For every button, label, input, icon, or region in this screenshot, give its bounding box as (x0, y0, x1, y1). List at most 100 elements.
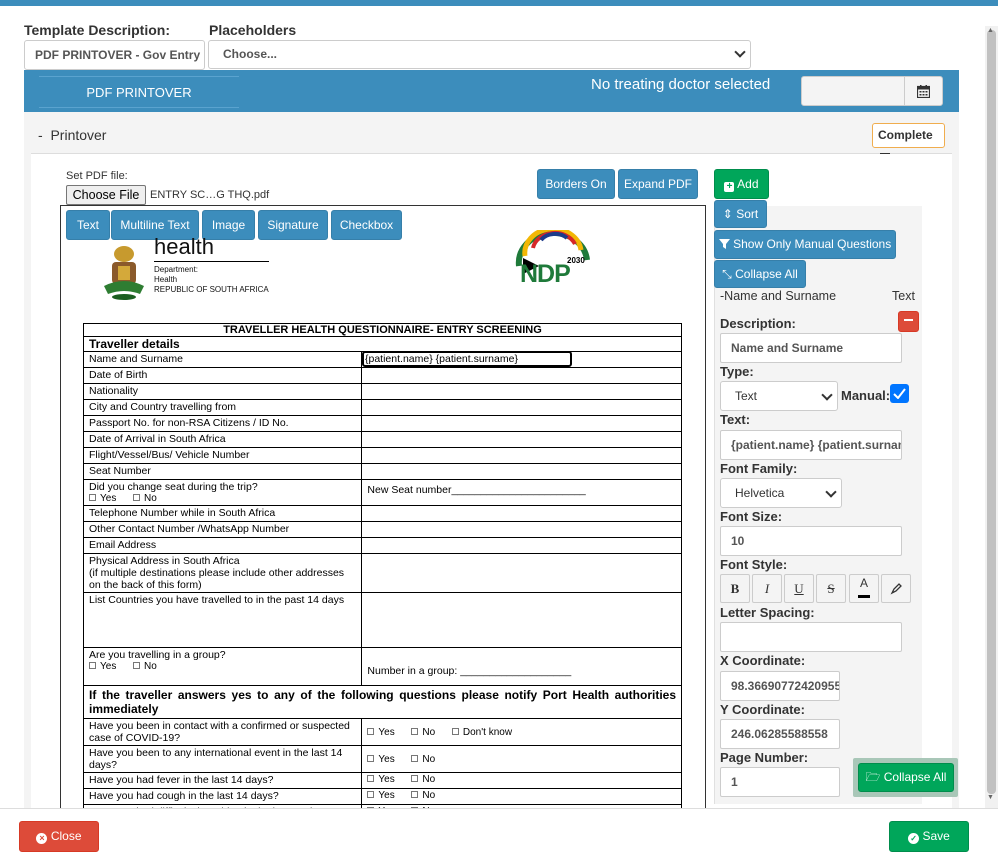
no-label: No (144, 493, 157, 504)
dont-know-label: Don't know (462, 726, 513, 738)
remove-field-button[interactable] (898, 311, 919, 332)
health-logo-text: health (154, 234, 214, 259)
expand-pdf-button[interactable]: Expand PDF (618, 169, 698, 199)
complete-toggle[interactable]: Complete (872, 123, 945, 163)
sort-icon: ⇕ (722, 207, 733, 221)
chevron-down-icon (825, 486, 837, 498)
italic-button[interactable]: I (752, 574, 782, 603)
highlight-button[interactable] (881, 574, 911, 603)
ndp-text: NDP (520, 260, 571, 288)
add-button[interactable]: + Add (714, 169, 769, 199)
table-row-value[interactable] (361, 537, 682, 554)
table-row-value[interactable] (361, 431, 682, 448)
text-input[interactable]: {patient.name} {patient.surname} (720, 430, 902, 460)
item-name: Name and Surname (724, 289, 837, 303)
description-input[interactable]: Name and Surname (720, 333, 902, 363)
type-select[interactable]: Text (720, 381, 838, 411)
tab-pdf-printover[interactable]: PDF PRINTOVER (39, 76, 239, 108)
checkbox-icon (133, 494, 140, 501)
printover-title[interactable]: - Printover (38, 127, 106, 143)
table-row-label: City and Country travelling from (82, 399, 363, 416)
table-row-value[interactable] (361, 521, 682, 538)
date-field[interactable] (801, 76, 943, 106)
description-label: Description: (720, 316, 796, 331)
strikethrough-button[interactable]: S (816, 574, 846, 603)
collapse-all-button[interactable]: ⤡ Collapse All (714, 260, 806, 288)
italic-icon: I (764, 580, 770, 596)
table-row-value[interactable] (361, 447, 682, 464)
placeholders-select-value: Choose... (223, 47, 278, 61)
page-number-input[interactable]: 1 (720, 767, 840, 797)
table-row-value[interactable] (361, 505, 682, 522)
modal-footer (0, 808, 998, 855)
table-row-label: Date of Birth (82, 367, 363, 384)
address-value[interactable] (361, 553, 682, 593)
minus-icon (904, 319, 913, 321)
table-row-label: Date of Arrival in South Africa (82, 431, 363, 448)
borders-on-button[interactable]: Borders On (537, 169, 615, 199)
yes-label: Yes (100, 493, 117, 504)
floating-collapse-all-button[interactable]: 🗁 Collapse All (858, 763, 954, 792)
table-row-value[interactable] (361, 463, 682, 480)
underline-button[interactable]: U (784, 574, 814, 603)
manual-checkbox[interactable] (890, 384, 909, 403)
letter-spacing-input[interactable] (720, 622, 902, 652)
checkbox-icon (367, 775, 375, 782)
yes-label: Yes (378, 774, 395, 785)
questionnaire-table: TRAVELLER HEALTH QUESTIONNAIRE- ENTRY SC… (82, 323, 682, 821)
covid-question: Have you been in contact with a confirme… (82, 718, 363, 746)
yes-label: Yes (378, 753, 395, 765)
tool-checkbox-button[interactable]: Checkbox (331, 210, 402, 240)
item-header[interactable]: -Name and Surname (720, 289, 836, 303)
table-row-value[interactable] (361, 415, 682, 432)
countries-value[interactable] (361, 592, 682, 648)
tool-text-button[interactable]: Text (66, 210, 110, 240)
calendar-button[interactable] (904, 77, 942, 105)
group-options: Yes No (89, 661, 356, 672)
font-color-button[interactable]: A (849, 574, 879, 603)
highlighter-icon (890, 582, 902, 594)
check-icon (893, 388, 906, 399)
y-coordinate-input[interactable]: 246.06285588558 (720, 719, 840, 749)
logo-dept-line3: REPUBLIC OF SOUTH AFRICA (154, 285, 269, 294)
x-coordinate-input[interactable]: 98.36690772420955 (720, 671, 840, 701)
choose-file-button[interactable]: Choose File (66, 185, 146, 205)
chevron-down-icon (821, 389, 833, 401)
underline-icon: U (794, 580, 804, 596)
scrollbar-thumb[interactable] (987, 30, 996, 794)
template-description-input[interactable]: PDF PRINTOVER - Gov Entry (24, 40, 205, 70)
sort-label: Sort (736, 207, 759, 221)
scroll-down-icon[interactable]: ▼ (987, 794, 994, 801)
letter-spacing-label: Letter Spacing: (720, 605, 815, 620)
placeholders-select[interactable]: Choose... (208, 40, 751, 69)
table-row-value[interactable] (361, 399, 682, 416)
tool-signature-button[interactable]: Signature (258, 210, 328, 240)
checkbox-icon (451, 727, 459, 735)
sort-button[interactable]: ⇕ Sort (714, 200, 767, 228)
show-manual-button[interactable]: Show Only Manual Questions (714, 230, 896, 259)
save-label: Save (922, 829, 950, 843)
font-family-select[interactable]: Helvetica (720, 478, 842, 508)
logo-dept-line2: Health (154, 275, 178, 284)
close-button[interactable]: × Close (19, 821, 99, 852)
set-pdf-label: Set PDF file: (66, 170, 128, 182)
notify-text: If the traveller answers yes to any of t… (83, 685, 682, 719)
printover-panel-header[interactable] (31, 118, 952, 154)
font-color-icon: A (858, 577, 870, 600)
font-size-input[interactable]: 10 (720, 526, 902, 556)
address-line1: Physical Address in South Africa (89, 555, 240, 567)
new-seat-cell[interactable]: New Seat number_______________________ (361, 479, 682, 506)
form-title: TRAVELLER HEALTH QUESTIONNAIRE- ENTRY SC… (83, 323, 682, 337)
table-row-label: Telephone Number while in South Africa (82, 505, 363, 522)
name-surname-field-overlay[interactable]: {patient.name} {patient.surname} (362, 351, 572, 367)
chevron-down-icon (734, 46, 746, 58)
checkbox-icon (133, 662, 140, 669)
checkbox-icon (367, 791, 375, 798)
bold-button[interactable]: B (720, 574, 750, 603)
group-number-cell[interactable]: Number in a group: ___________________ (361, 647, 682, 686)
table-row-value[interactable] (361, 383, 682, 400)
placeholders-label: Placeholders (209, 22, 297, 38)
scroll-up-icon[interactable]: ▲ (987, 27, 994, 34)
table-row-value[interactable] (361, 367, 682, 384)
save-button[interactable]: ✓ Save (889, 821, 969, 852)
